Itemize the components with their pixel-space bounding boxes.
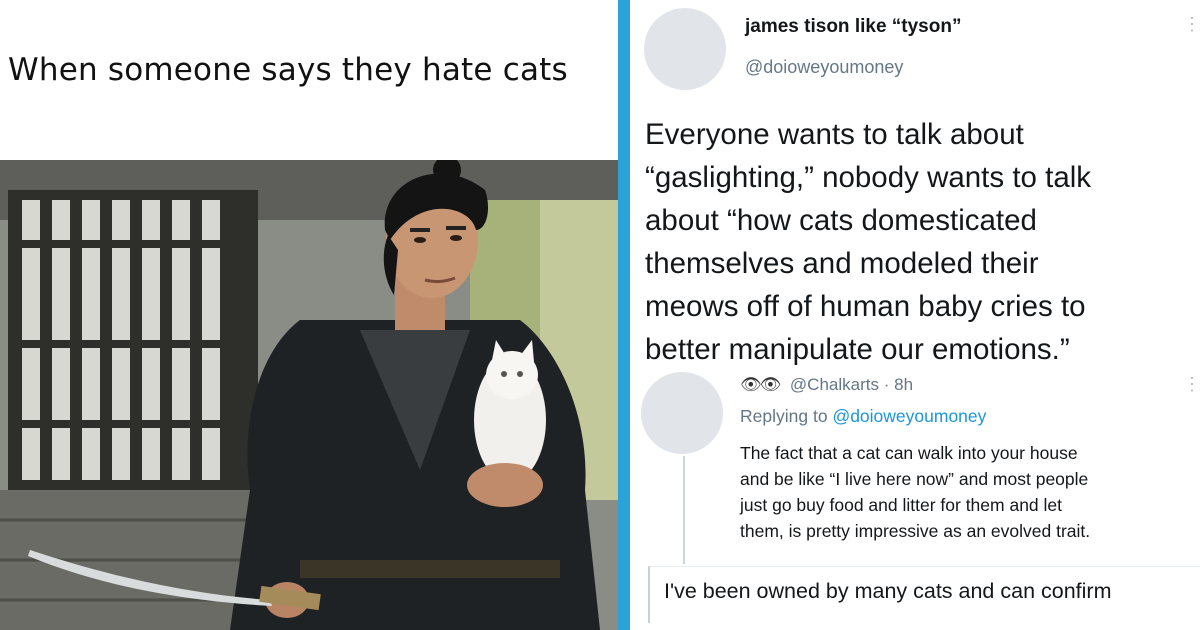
reply-line: them, is pretty impressive as an evolved… bbox=[740, 521, 1091, 541]
samurai-with-cat-photo bbox=[0, 160, 618, 630]
reply-timestamp[interactable]: 8h bbox=[894, 375, 913, 394]
tweet-line: Everyone wants to talk about bbox=[645, 118, 1024, 151]
reply-line: and be like “I live here now” and most p… bbox=[740, 469, 1089, 489]
user-handle[interactable]: @doioweyoumoney bbox=[745, 57, 903, 78]
replying-to: Replying to @doioweyoumoney bbox=[740, 406, 986, 427]
display-name[interactable]: james tison like “tyson” bbox=[745, 16, 961, 38]
meme-caption: When someone says they hate cats bbox=[8, 52, 568, 88]
tweet-line: meows off of human baby cries to bbox=[645, 290, 1086, 323]
tweet-line: about “how cats domesticated bbox=[645, 204, 1037, 237]
reply-line: just go buy food and litter for them and… bbox=[740, 495, 1062, 515]
avatar[interactable] bbox=[644, 8, 726, 90]
thread-line bbox=[683, 456, 685, 564]
meme-panel: When someone says they hate cats bbox=[0, 0, 618, 630]
reply-handle[interactable]: @Chalkarts bbox=[790, 375, 879, 394]
tweet-text: Everyone wants to talk about “gaslightin… bbox=[645, 113, 1185, 371]
separator-dot: · bbox=[883, 375, 890, 394]
tweet-line: “gaslighting,” nobody wants to talk bbox=[645, 161, 1092, 194]
replying-mention-link[interactable]: @doioweyoumoney bbox=[832, 406, 986, 426]
panel-divider bbox=[618, 0, 630, 630]
reply-header: 👁👁 @Chalkarts · 8h bbox=[740, 375, 913, 395]
replying-prefix: Replying to bbox=[740, 406, 828, 426]
reply-text: The fact that a cat can walk into your h… bbox=[740, 440, 1195, 544]
eyes-emoji-icon: 👁👁 bbox=[740, 375, 781, 394]
reply-line: The fact that a cat can walk into your h… bbox=[740, 443, 1078, 463]
more-options-icon[interactable]: ⋮ bbox=[1183, 15, 1200, 33]
reply-avatar[interactable] bbox=[641, 372, 723, 454]
bottom-reply-text: I've been owned by many cats and can con… bbox=[664, 579, 1112, 603]
tweet-line: themselves and modeled their bbox=[645, 247, 1039, 280]
tweet-line: better manipulate our emotions.” bbox=[645, 333, 1070, 366]
reply-more-options-icon[interactable]: ⋮ bbox=[1183, 375, 1200, 393]
